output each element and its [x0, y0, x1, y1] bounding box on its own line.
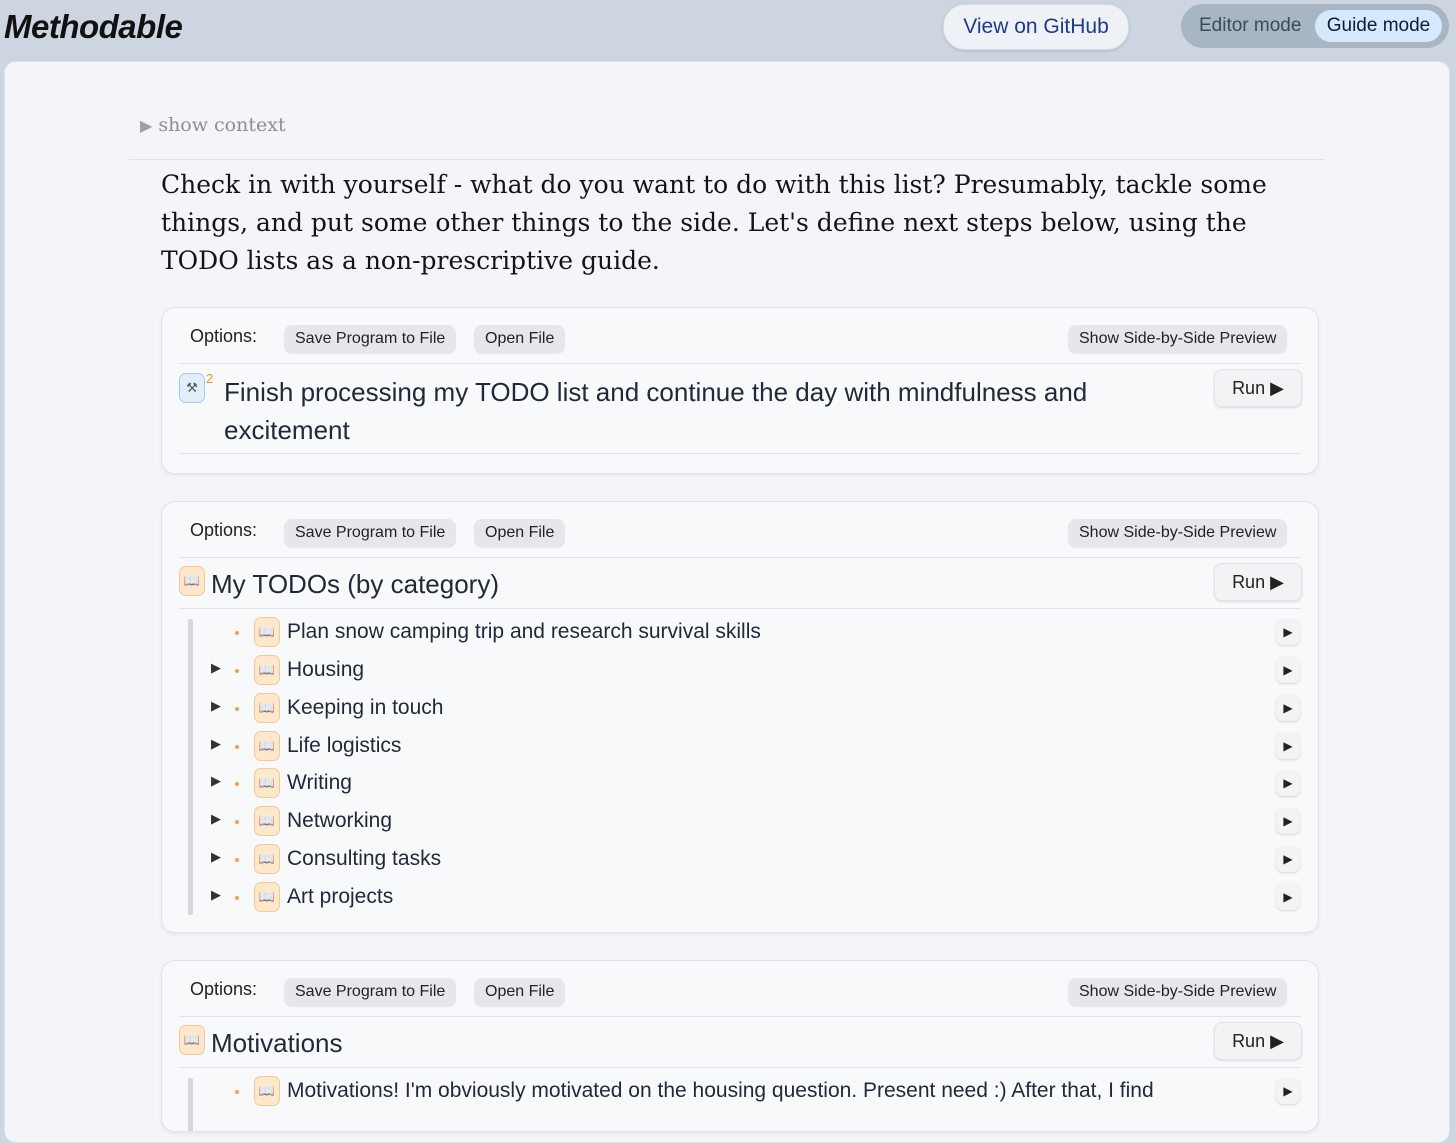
- expand-triangle-icon[interactable]: ▶: [211, 773, 221, 789]
- list-item: ▶ 📖 Networking ▶: [162, 802, 1318, 840]
- list-item-label: Housing: [287, 658, 365, 681]
- book-icon[interactable]: 📖: [254, 693, 280, 723]
- book-icon[interactable]: 📖: [179, 566, 205, 596]
- list-item: 📖 Plan snow camping trip and research su…: [162, 613, 1318, 651]
- main-panel: ▶ show context Check in with yourself - w…: [4, 61, 1450, 1143]
- run-item-button[interactable]: ▶: [1276, 770, 1300, 796]
- step-count-badge: 2: [206, 371, 214, 386]
- expand-triangle-icon[interactable]: ▶: [211, 698, 221, 714]
- save-program-button[interactable]: Save Program to File: [284, 325, 457, 353]
- run-item-button[interactable]: ▶: [1276, 808, 1300, 834]
- expand-triangle-icon[interactable]: ▶: [211, 660, 221, 676]
- bullet: [235, 745, 239, 749]
- save-program-button[interactable]: Save Program to File: [284, 519, 457, 547]
- card-title: Finish processing my TODO list and conti…: [224, 377, 1088, 445]
- bullet: [235, 858, 239, 862]
- book-icon[interactable]: 📖: [254, 731, 280, 761]
- intro-text: Check in with yourself - what do you wan…: [161, 170, 1267, 275]
- bullet: [235, 820, 239, 824]
- book-icon[interactable]: 📖: [254, 768, 280, 798]
- options-label: Options:: [190, 520, 258, 540]
- show-context-toggle[interactable]: ▶ show context: [140, 114, 286, 136]
- run-item-button[interactable]: ▶: [1276, 657, 1300, 683]
- book-icon[interactable]: 📖: [254, 617, 280, 647]
- list-item: ▶ 📖 Life logistics ▶: [162, 727, 1318, 765]
- list-item: ▶ 📖 Keeping in touch ▶: [162, 689, 1318, 727]
- book-icon[interactable]: 📖: [254, 844, 280, 874]
- mode-toggle: Editor mode Guide mode: [1181, 4, 1449, 48]
- open-file-button[interactable]: Open File: [474, 325, 566, 353]
- options-row: Options: Save Program to File Open File …: [162, 961, 1318, 1017]
- book-icon[interactable]: 📖: [254, 655, 280, 685]
- list-item: 📖 Motivations! I'm obviously motivated o…: [162, 1072, 1318, 1110]
- expand-triangle-icon[interactable]: ▶: [211, 811, 221, 827]
- run-item-button[interactable]: ▶: [1276, 695, 1300, 721]
- program-card-todos: Options: Save Program to File Open File …: [161, 501, 1319, 933]
- list-item-label: Keeping in touch: [287, 696, 444, 719]
- options-row: Options: Save Program to File Open File …: [162, 308, 1318, 364]
- divider: [179, 1067, 1301, 1068]
- bullet: [235, 669, 239, 673]
- run-button[interactable]: Run ▶: [1214, 369, 1302, 407]
- divider: [179, 1016, 1301, 1017]
- expand-triangle-icon[interactable]: ▶: [211, 736, 221, 752]
- save-program-button[interactable]: Save Program to File: [284, 978, 457, 1006]
- options-row: Options: Save Program to File Open File …: [162, 502, 1318, 558]
- open-file-button[interactable]: Open File: [474, 519, 566, 547]
- bullet: [235, 782, 239, 786]
- card-title: My TODOs (by category): [211, 569, 499, 599]
- run-item-button[interactable]: ▶: [1276, 1078, 1300, 1104]
- disclosure-triangle-icon: ▶: [140, 116, 153, 135]
- book-icon[interactable]: 📖: [254, 882, 280, 912]
- list-item-label: Writing: [287, 771, 352, 794]
- bullet: [235, 1090, 239, 1094]
- list-item: ▶ 📖 Art projects ▶: [162, 878, 1318, 916]
- list-item-label: Motivations! I'm obviously motivated on …: [287, 1079, 1154, 1102]
- list-item-label: Consulting tasks: [287, 847, 442, 870]
- bullet: [235, 631, 239, 635]
- list-item-label: Life logistics: [287, 734, 402, 757]
- side-by-side-preview-button[interactable]: Show Side-by-Side Preview: [1068, 325, 1288, 353]
- list-item: ▶ 📖 Consulting tasks ▶: [162, 840, 1318, 878]
- view-on-github-button[interactable]: View on GitHub: [943, 4, 1129, 50]
- card-title: Motivations: [211, 1028, 343, 1058]
- program-card-finish: Options: Save Program to File Open File …: [161, 307, 1319, 474]
- list-item-label: Networking: [287, 809, 393, 832]
- options-label: Options:: [190, 326, 258, 346]
- expand-triangle-icon[interactable]: ▶: [211, 887, 221, 903]
- divider: [179, 453, 1301, 454]
- run-button[interactable]: Run ▶: [1214, 563, 1302, 601]
- top-bar: Methodable View on GitHub Editor mode Gu…: [0, 0, 1456, 60]
- program-card-motivations: Options: Save Program to File Open File …: [161, 960, 1319, 1132]
- book-icon[interactable]: 📖: [179, 1025, 205, 1055]
- book-icon[interactable]: 📖: [254, 806, 280, 836]
- divider: [179, 608, 1301, 609]
- divider: [129, 159, 1325, 160]
- list-item-label: Art projects: [287, 885, 394, 908]
- run-button[interactable]: Run ▶: [1214, 1022, 1302, 1060]
- options-label: Options:: [190, 979, 258, 999]
- guide-mode-button[interactable]: Guide mode: [1315, 10, 1442, 42]
- open-file-button[interactable]: Open File: [474, 978, 566, 1006]
- side-by-side-preview-button[interactable]: Show Side-by-Side Preview: [1068, 978, 1288, 1006]
- step-icon[interactable]: ⚒: [179, 373, 205, 403]
- run-item-button[interactable]: ▶: [1276, 884, 1300, 910]
- run-item-button[interactable]: ▶: [1276, 846, 1300, 872]
- expand-triangle-icon[interactable]: ▶: [211, 849, 221, 865]
- bullet: [235, 707, 239, 711]
- divider: [179, 557, 1301, 558]
- divider: [179, 363, 1301, 364]
- list-item: ▶ 📖 Housing ▶: [162, 651, 1318, 689]
- run-item-button[interactable]: ▶: [1276, 733, 1300, 759]
- book-icon[interactable]: 📖: [254, 1076, 280, 1106]
- editor-mode-button[interactable]: Editor mode: [1199, 4, 1301, 48]
- app-logo[interactable]: Methodable: [4, 8, 183, 46]
- bullet: [235, 896, 239, 900]
- list-item: ▶ 📖 Writing ▶: [162, 764, 1318, 802]
- side-by-side-preview-button[interactable]: Show Side-by-Side Preview: [1068, 519, 1288, 547]
- show-context-label: show context: [158, 114, 286, 136]
- list-item-label: Plan snow camping trip and research surv…: [287, 620, 761, 643]
- run-item-button[interactable]: ▶: [1276, 619, 1300, 645]
